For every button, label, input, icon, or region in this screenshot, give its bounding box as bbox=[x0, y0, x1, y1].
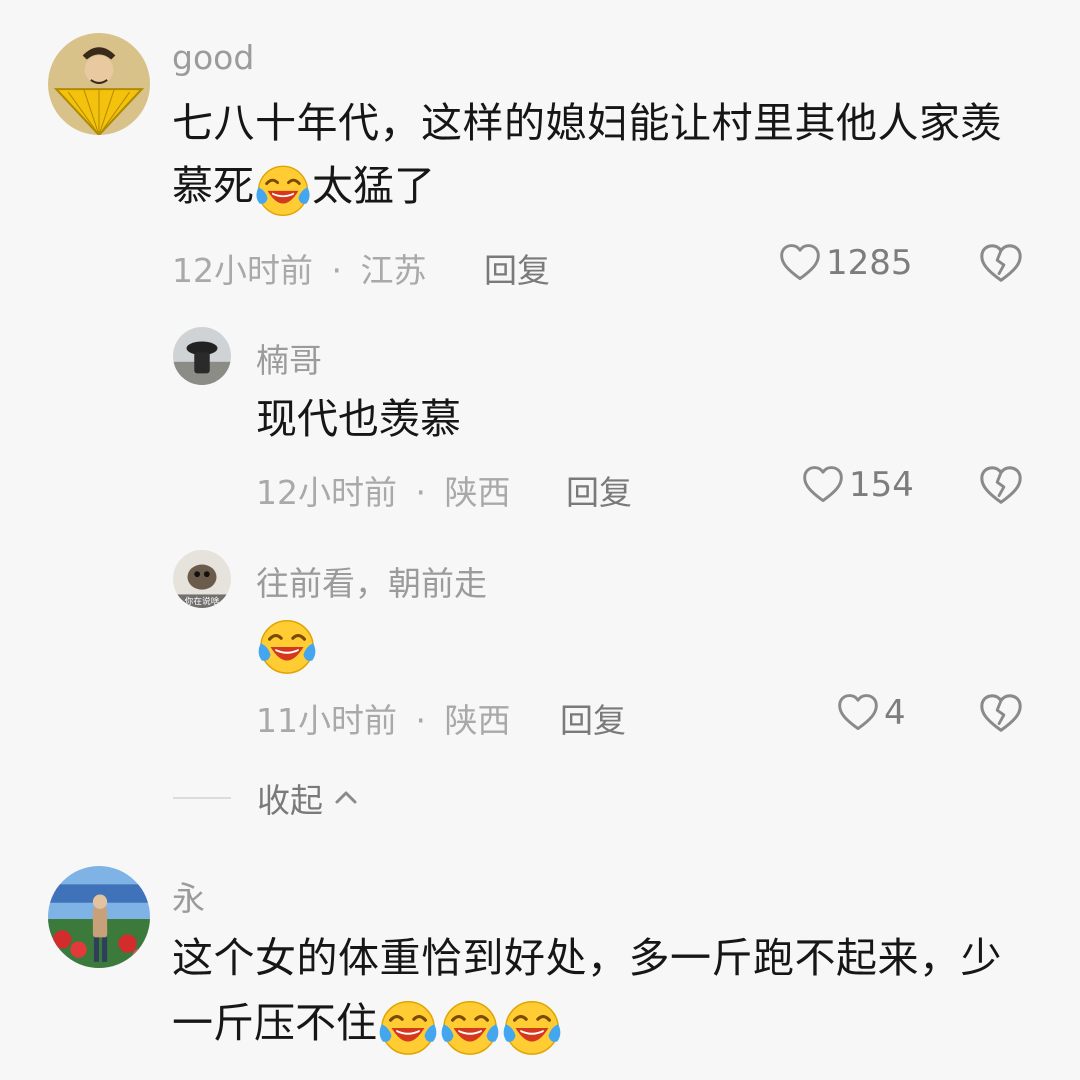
collapse-label: 收起 bbox=[257, 781, 323, 820]
heart-outline-icon bbox=[778, 241, 822, 285]
meta-separator: · bbox=[415, 473, 427, 512]
meta-separator: · bbox=[415, 701, 427, 740]
comment-username[interactable]: good bbox=[172, 38, 254, 77]
reply-meta: 11小时前 · 陕西 bbox=[256, 694, 511, 742]
reply-meta: 12小时前 · 陕西 bbox=[256, 466, 511, 514]
collapse-replies-button[interactable]: 收起 bbox=[173, 776, 361, 820]
avatar-image: 你在说啥 bbox=[173, 550, 231, 608]
reply-button[interactable]: 回复 bbox=[566, 466, 632, 514]
reply-location: 陕西 bbox=[444, 701, 511, 740]
avatar-image bbox=[173, 327, 231, 385]
comment-text-line2: 慕死 太猛了 bbox=[172, 159, 435, 218]
chevron-up-icon bbox=[335, 791, 357, 804]
comment-text-line2: 一斤压不住 bbox=[172, 995, 563, 1057]
avatar-caption: 你在说啥 bbox=[185, 595, 220, 607]
reply-location: 陕西 bbox=[444, 473, 511, 512]
broken-heart-icon bbox=[978, 691, 1024, 737]
dislike-button[interactable] bbox=[978, 463, 1024, 513]
laughing-crying-emoji-icon bbox=[377, 995, 439, 1057]
like-count: 154 bbox=[849, 465, 914, 505]
avatar-image bbox=[48, 866, 150, 968]
laughing-crying-emoji-icon bbox=[254, 160, 312, 218]
like-button[interactable]: 1285 bbox=[778, 241, 913, 285]
like-button[interactable]: 4 bbox=[836, 691, 906, 735]
reply-username[interactable]: 楠哥 bbox=[256, 334, 322, 382]
laughing-crying-emoji-icon bbox=[256, 614, 318, 676]
heart-outline-icon bbox=[836, 691, 880, 735]
like-count: 4 bbox=[884, 693, 906, 733]
comment-text-part: 一斤压不住 bbox=[172, 999, 377, 1047]
reply-text: 现代也羡慕 bbox=[256, 395, 461, 443]
avatar[interactable]: 你在说啥 bbox=[173, 550, 231, 608]
dislike-button[interactable] bbox=[978, 691, 1024, 741]
meta-separator: · bbox=[331, 251, 343, 290]
like-button[interactable]: 154 bbox=[801, 463, 914, 507]
comment-username[interactable]: 永 bbox=[172, 872, 205, 920]
avatar-image bbox=[48, 33, 150, 135]
heart-outline-icon bbox=[801, 463, 845, 507]
comment-time: 12小时前 bbox=[172, 251, 313, 290]
broken-heart-icon bbox=[978, 463, 1024, 509]
comment-text-part: 慕死 bbox=[172, 162, 254, 210]
avatar[interactable] bbox=[173, 327, 231, 385]
avatar[interactable] bbox=[48, 866, 150, 968]
avatar[interactable] bbox=[48, 33, 150, 135]
comment-meta: 12小时前 · 江苏 bbox=[172, 244, 427, 292]
comment-text: 这个女的体重恰到好处，多一斤跑不起来，少 bbox=[172, 934, 1002, 982]
comment-text: 七八十年代，这样的媳妇能让村里其他人家羡 bbox=[172, 99, 1002, 147]
comment-text-part: 太猛了 bbox=[312, 162, 435, 210]
divider bbox=[173, 797, 231, 799]
reply-button[interactable]: 回复 bbox=[560, 694, 626, 742]
reply-username[interactable]: 往前看，朝前走 bbox=[256, 557, 487, 605]
reply-button[interactable]: 回复 bbox=[484, 244, 550, 292]
laughing-crying-emoji-icon bbox=[501, 995, 563, 1057]
comment-location: 江苏 bbox=[360, 251, 427, 290]
broken-heart-icon bbox=[978, 241, 1024, 287]
laughing-crying-emoji-icon bbox=[439, 995, 501, 1057]
reply-time: 12小时前 bbox=[256, 473, 397, 512]
like-count: 1285 bbox=[826, 243, 913, 283]
dislike-button[interactable] bbox=[978, 241, 1024, 291]
reply-time: 11小时前 bbox=[256, 701, 397, 740]
